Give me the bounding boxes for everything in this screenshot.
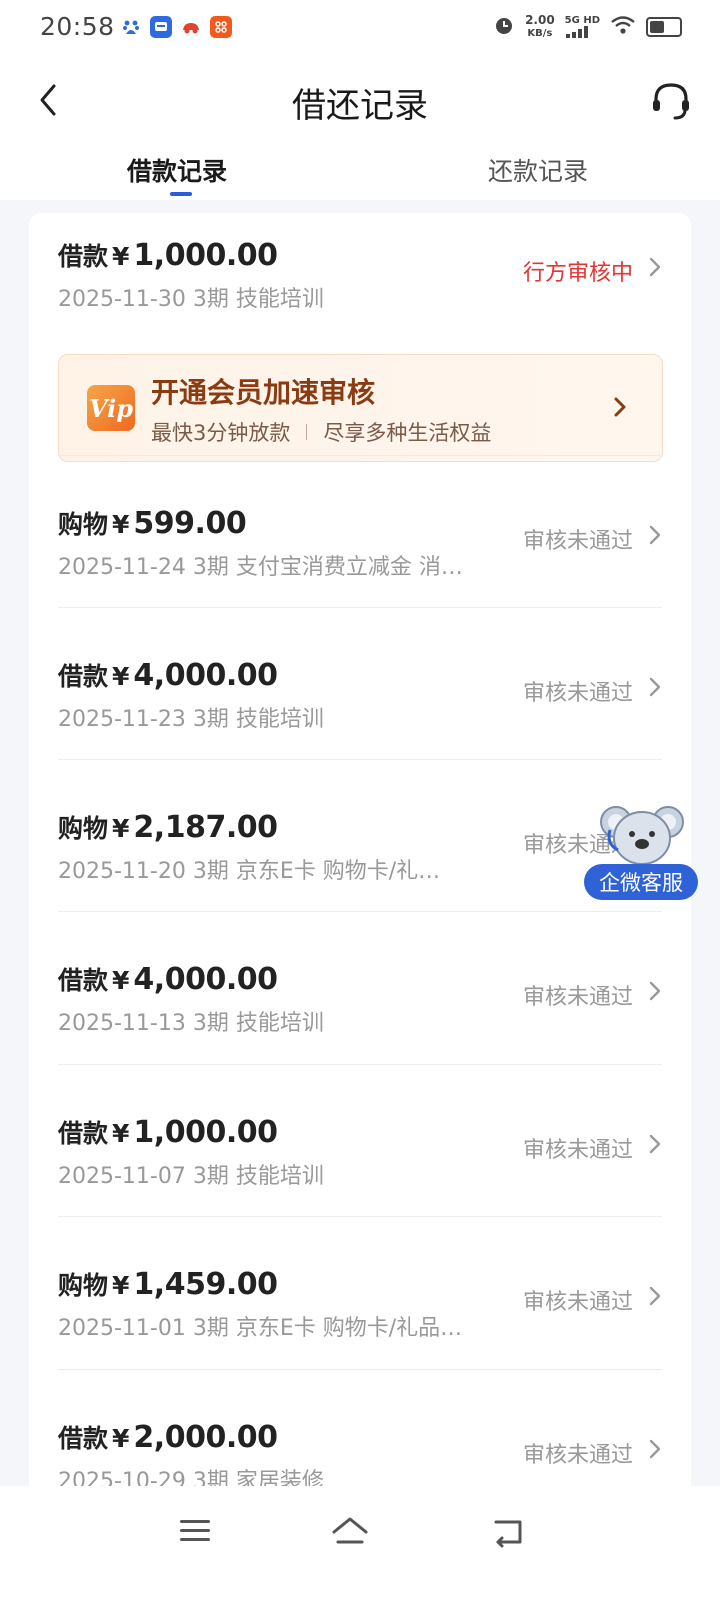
vip-promo-banner[interactable]: Vip 开通会员加速审核 最快3分钟放款 尽享多种生活权益 xyxy=(58,354,663,462)
currency-symbol: ¥ xyxy=(112,1424,130,1453)
currency-symbol: ¥ xyxy=(112,966,130,995)
net-speed-value: 2.00 xyxy=(525,13,555,27)
record-type: 购物 xyxy=(58,1271,109,1300)
record-main: 借款 ¥ 2,000.00 xyxy=(58,1419,278,1455)
vip-subtitle: 最快3分钟放款 尽享多种生活权益 xyxy=(151,417,491,447)
record-amount: 1,000.00 xyxy=(133,238,278,273)
alarm-icon xyxy=(493,14,515,40)
vip-sub-right: 尽享多种生活权益 xyxy=(323,421,492,445)
record-status: 审核未通过 xyxy=(522,1290,633,1315)
vip-sub-separator xyxy=(306,424,308,440)
record-type: 购物 xyxy=(58,814,109,843)
record-detail: 2025-11-23 3期 技能培训 xyxy=(58,707,324,732)
floating-service-label: 企微客服 xyxy=(584,864,698,900)
record-type: 借款 xyxy=(58,1119,109,1148)
record-type: 借款 xyxy=(58,662,109,691)
vip-sub-left: 最快3分钟放款 xyxy=(151,421,291,445)
floating-service-button[interactable]: 企微客服 xyxy=(584,800,720,900)
record-type: 借款 xyxy=(58,966,109,995)
divider xyxy=(58,455,662,456)
record-amount: 2,000.00 xyxy=(133,1420,278,1455)
car-app-icon xyxy=(180,16,202,38)
signal-label: 5G HD xyxy=(564,15,600,26)
record-amount: 1,000.00 xyxy=(133,1115,278,1150)
record-detail: 2025-11-13 3期 技能培训 xyxy=(58,1011,324,1036)
record-status: 审核未通过 xyxy=(522,1443,633,1468)
record-amount: 4,000.00 xyxy=(133,962,278,997)
record-amount: 4,000.00 xyxy=(133,658,278,693)
currency-symbol: ¥ xyxy=(112,510,130,539)
divider xyxy=(58,607,662,608)
record-amount: 599.00 xyxy=(133,506,247,541)
headset-icon[interactable] xyxy=(648,78,694,124)
record-amount: 2,187.00 xyxy=(133,810,278,845)
chevron-right-icon xyxy=(647,253,663,281)
status-app-icons xyxy=(120,16,232,38)
menu-icon[interactable] xyxy=(176,1514,216,1548)
chevron-right-icon xyxy=(647,977,663,1005)
status-time: 20:58 xyxy=(40,12,115,41)
record-type: 借款 xyxy=(58,1424,109,1453)
tab-active-indicator xyxy=(170,192,192,196)
record-detail: 2025-11-20 3期 京东E卡 购物卡/礼… xyxy=(58,859,441,884)
chevron-right-icon xyxy=(647,521,663,549)
chevron-right-icon xyxy=(612,393,628,421)
home-icon[interactable] xyxy=(330,1514,370,1548)
record-type: 购物 xyxy=(58,510,109,539)
record-status: 行方审核中 xyxy=(522,261,633,286)
divider xyxy=(58,1216,662,1217)
divider xyxy=(58,1064,662,1065)
record-main: 借款 ¥ 4,000.00 xyxy=(58,961,278,997)
bottom-nav-bar xyxy=(0,1486,720,1612)
record-detail: 2025-11-07 3期 技能培训 xyxy=(58,1164,324,1189)
net-speed: 2.00 KB/s xyxy=(525,14,555,40)
vip-logo-icon: Vip xyxy=(87,385,135,431)
currency-symbol: ¥ xyxy=(112,662,130,691)
chevron-right-icon xyxy=(647,1130,663,1158)
record-status: 审核未通过 xyxy=(522,985,633,1010)
record-detail: 2025-11-30 3期 技能培训 xyxy=(58,287,324,312)
currency-symbol: ¥ xyxy=(112,242,130,271)
record-status: 审核未通过 xyxy=(522,1138,633,1163)
currency-symbol: ¥ xyxy=(112,1271,130,1300)
record-main: 借款 ¥ 1,000.00 xyxy=(58,1114,278,1150)
back-return-icon[interactable] xyxy=(488,1514,528,1548)
record-main: 购物 ¥ 2,187.00 xyxy=(58,809,278,845)
record-detail: 2025-11-01 3期 京东E卡 购物卡/礼品… xyxy=(58,1316,463,1341)
divider xyxy=(58,759,662,760)
record-status: 审核未通过 xyxy=(522,681,633,706)
taobao-icon xyxy=(210,16,232,38)
status-bar: 20:58 2.00 KB/s 5G HD xyxy=(0,0,720,60)
record-status: 审核未通过 xyxy=(522,529,633,554)
record-tabs: 借款记录 还款记录 xyxy=(0,140,720,200)
divider xyxy=(58,911,662,912)
title-bar: 借还记录 xyxy=(0,60,720,140)
net-speed-unit: KB/s xyxy=(527,28,553,39)
currency-symbol: ¥ xyxy=(112,814,130,843)
currency-symbol: ¥ xyxy=(112,1119,130,1148)
record-main: 购物 ¥ 599.00 xyxy=(58,505,247,541)
record-main: 借款 ¥ 4,000.00 xyxy=(58,657,278,693)
tab-loan-records[interactable]: 借款记录 xyxy=(127,152,227,188)
chevron-right-icon xyxy=(647,1435,663,1463)
tieba-icon xyxy=(150,16,172,38)
koala-mascot-icon xyxy=(598,800,686,874)
record-amount: 1,459.00 xyxy=(133,1267,278,1302)
vip-title: 开通会员加速审核 xyxy=(151,376,376,409)
record-type: 借款 xyxy=(58,242,109,271)
wifi-icon xyxy=(610,15,636,39)
status-system-icons: 2.00 KB/s 5G HD xyxy=(493,14,682,40)
baidu-icon xyxy=(120,16,142,38)
battery-icon xyxy=(646,17,682,37)
tab-repayment-records[interactable]: 还款记录 xyxy=(488,152,588,188)
record-detail: 2025-11-24 3期 支付宝消费立减金 消… xyxy=(58,555,463,580)
record-main: 借款 ¥ 1,000.00 xyxy=(58,237,278,273)
divider xyxy=(58,1369,662,1370)
chevron-right-icon xyxy=(647,1282,663,1310)
page-title: 借还记录 xyxy=(292,86,428,126)
record-main: 购物 ¥ 1,459.00 xyxy=(58,1266,278,1302)
chevron-right-icon xyxy=(647,673,663,701)
signal-icon: 5G HD xyxy=(565,16,600,38)
